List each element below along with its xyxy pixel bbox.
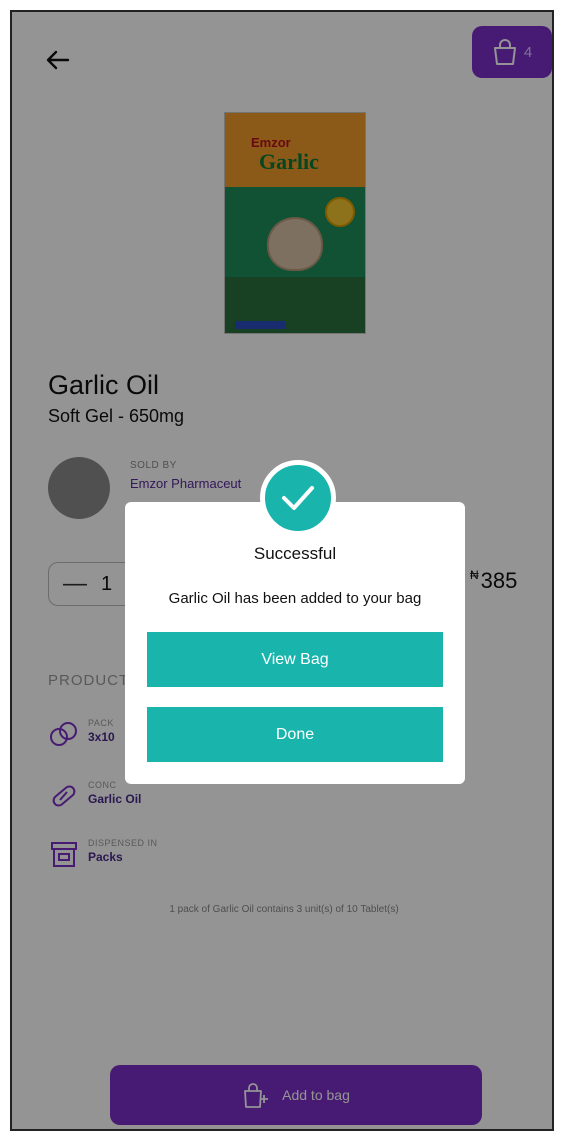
- done-button[interactable]: Done: [147, 707, 443, 762]
- product-detail-screen: 4 Emzor Garlic Garlic Oil Soft Gel - 650…: [10, 10, 554, 1131]
- view-bag-button[interactable]: View Bag: [147, 632, 443, 687]
- success-dialog: Successful Garlic Oil has been added to …: [125, 460, 465, 784]
- dialog-message: Garlic Oil has been added to your bag: [168, 590, 422, 607]
- success-check-icon: [260, 460, 336, 536]
- dialog-title: Successful: [253, 544, 337, 563]
